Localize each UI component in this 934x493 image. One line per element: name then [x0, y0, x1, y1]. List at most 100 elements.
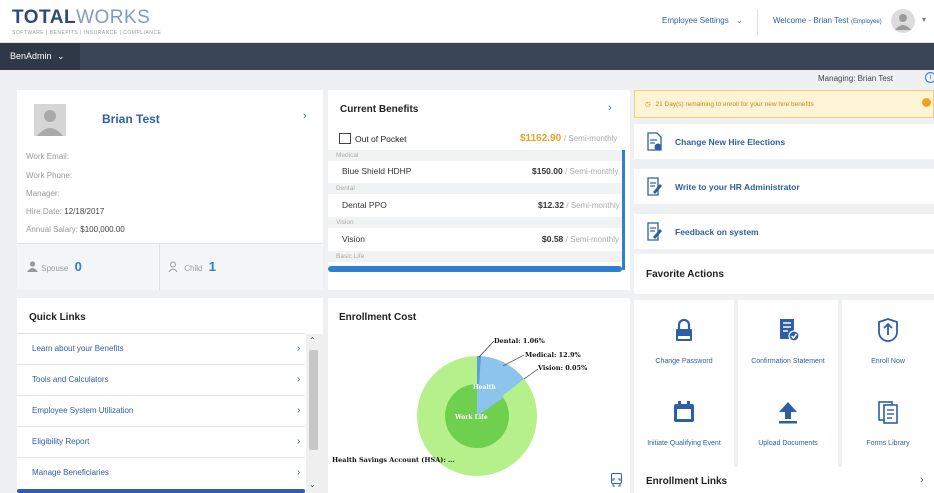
tile-forms-library[interactable]: Forms Library [842, 382, 934, 467]
scroll-down-icon[interactable]: ⌄ [309, 480, 316, 489]
child-count: 1 [208, 259, 216, 274]
benefit-amount-dental: $12.32 / Semi-monthly [538, 200, 620, 210]
upload-icon [779, 402, 797, 424]
benefit-amount-value: $150.00 [532, 166, 563, 176]
welcome-label: Welcome - [773, 16, 812, 25]
quick-link-item[interactable]: Manage Beneficiaries › [17, 458, 305, 489]
pencil-document-icon [647, 222, 662, 241]
benefit-category-basic-life: Basic Life [328, 251, 622, 262]
chevron-down-icon: ⌄ [57, 51, 65, 61]
favorite-actions-header: Favorite Actions [634, 254, 934, 294]
profile-name[interactable]: Brian Test [102, 112, 160, 126]
work-email-label: Work Email: [26, 152, 69, 161]
forms-icon [878, 401, 898, 424]
out-of-pocket-value: $1162.90 [520, 133, 562, 144]
pie-label-vision: Vision: 0.05% [537, 364, 588, 372]
lock-icon [676, 318, 692, 341]
quick-link-item[interactable]: Tools and Calculators › [17, 365, 305, 396]
vertical-scrollbar[interactable] [622, 150, 625, 270]
top-header: TOTALWORKS SOFTWARE | BENEFITS | INSURAN… [0, 0, 934, 43]
tile-label: Enroll Now [871, 358, 905, 365]
quick-link-item[interactable]: Learn about your Benefits › [17, 334, 305, 365]
profile-avatar-icon [34, 104, 66, 136]
quick-link-label: Manage Beneficiaries [32, 468, 109, 477]
nav-benadmin[interactable]: BenAdmin ⌄ [0, 43, 80, 70]
welcome-role: (Employee) [851, 19, 882, 25]
quick-links-title: Quick Links [29, 312, 86, 323]
quick-link-item[interactable]: Eligibility Report › [17, 427, 305, 458]
spouse-label: Spouse [41, 264, 69, 273]
welcome-text: Welcome - Brian Test (Employee) [773, 16, 882, 25]
benefit-name-dental[interactable]: Dental PPO [342, 200, 387, 210]
quick-link-label: Tools and Calculators [32, 375, 109, 384]
enrollment-links-card[interactable]: Enrollment Links › [634, 467, 934, 493]
wallet-icon [339, 133, 351, 144]
tile-initiate-qualifying-event[interactable]: Initiate Qualifying Event [634, 382, 734, 467]
pie-label-medical: Medical: 12.9% [525, 351, 581, 359]
calendar-icon [674, 401, 694, 422]
enrollment-alert: ◷ 21 Day(s) remaining to enroll for your… [634, 90, 934, 118]
enrollment-cost-title: Enrollment Cost [339, 312, 417, 323]
info-icon[interactable]: i [925, 72, 934, 83]
work-phone-label: Work Phone: [26, 171, 73, 180]
enroll-icon [878, 318, 898, 342]
benefit-category-medical: Medical [328, 150, 622, 161]
action-feedback[interactable]: Feedback on system [634, 214, 934, 249]
action-change-new-hire-elections[interactable]: Change New Hire Elections [634, 124, 934, 159]
hire-date-row: Hire Date: 12/18/2017 [26, 207, 104, 216]
user-avatar-icon[interactable] [891, 9, 915, 33]
employee-settings-menu[interactable]: Employee Settings ⌄ [662, 16, 743, 25]
alert-message: 21 Day(s) remaining to enroll for your n… [655, 101, 814, 108]
out-of-pocket-period: / Semi-monthly [563, 134, 618, 143]
logo-tagline: SOFTWARE | BENEFITS | INSURANCE | COMPLI… [12, 30, 162, 36]
benefit-category-vision: Vision [328, 217, 622, 228]
chevron-right-icon[interactable]: › [608, 102, 612, 114]
tile-label: Forms Library [866, 440, 910, 447]
totalworks-logo[interactable]: TOTALWORKS SOFTWARE | BENEFITS | INSURAN… [12, 7, 161, 36]
pie-inner-label-health: Health [473, 384, 496, 391]
welcome-name: Brian Test [813, 16, 849, 25]
child-dependent[interactable]: Child 1 [167, 259, 216, 274]
benefit-amount-value: $0.58 [542, 234, 564, 244]
tile-label: Change Password [655, 358, 713, 365]
scrollbar-thumb[interactable] [309, 350, 318, 450]
tile-enroll-now[interactable]: Enroll Now [842, 300, 934, 385]
spouse-dependent[interactable]: Spouse 0 [26, 259, 82, 274]
checked-document-icon [780, 319, 800, 342]
action-label: Feedback on system [675, 227, 759, 237]
horizontal-scrollbar[interactable] [328, 266, 622, 272]
quick-link-item[interactable]: Employee System Utilization › [17, 396, 305, 427]
benefit-amount-value: $12.32 [538, 200, 564, 210]
tile-upload-documents[interactable]: Upload Documents [738, 382, 838, 467]
tile-confirmation-statement[interactable]: Confirmation Statement [738, 300, 838, 385]
enrollment-cost-card: Enrollment Cost Dental: 1.06% Medical: 1… [328, 298, 630, 493]
hire-date-value: 12/18/2017 [64, 207, 105, 216]
clock-icon: ◷ [645, 101, 651, 108]
chevron-right-icon: › [297, 436, 301, 447]
action-write-to-hr[interactable]: Write to your HR Administrator [634, 169, 934, 204]
current-benefits-title: Current Benefits [340, 104, 419, 115]
quick-link-label: Eligibility Report [32, 437, 90, 446]
employee-settings-label: Employee Settings [662, 16, 729, 25]
salary-value: $100,000.00 [80, 225, 125, 234]
scroll-up-icon[interactable]: ⌃ [309, 336, 316, 345]
benefit-name-medical[interactable]: Blue Shield HDHP [342, 166, 411, 176]
chevron-right-icon[interactable]: › [303, 110, 307, 122]
alert-text: ◷ 21 Day(s) remaining to enroll for your… [645, 100, 814, 108]
chevron-right-icon[interactable]: › [920, 474, 924, 486]
benefit-name-vision[interactable]: Vision [342, 234, 365, 244]
quick-links-scrollbar[interactable]: ⌃ ⌄ [306, 334, 323, 493]
pencil-document-icon [647, 177, 662, 196]
benefit-amount-medical: $150.00 / Semi-monthly [532, 166, 618, 176]
manager-label: Manager: [26, 189, 60, 198]
user-menu-caret-icon[interactable]: ▾ [922, 15, 926, 24]
alert-close-icon[interactable] [922, 98, 931, 107]
out-of-pocket-label: Out of Pocket [355, 134, 407, 144]
tile-change-password[interactable]: Change Password [634, 300, 734, 385]
benefit-amount-vision: $0.58 / Semi-monthly [542, 234, 619, 244]
dependents-bar: Spouse 0 Child 1 [17, 244, 323, 290]
expand-icon[interactable] [611, 473, 622, 487]
quick-link-label: Learn about your Benefits [32, 344, 124, 353]
chevron-right-icon: › [297, 374, 301, 385]
document-arrow-icon [647, 132, 662, 151]
